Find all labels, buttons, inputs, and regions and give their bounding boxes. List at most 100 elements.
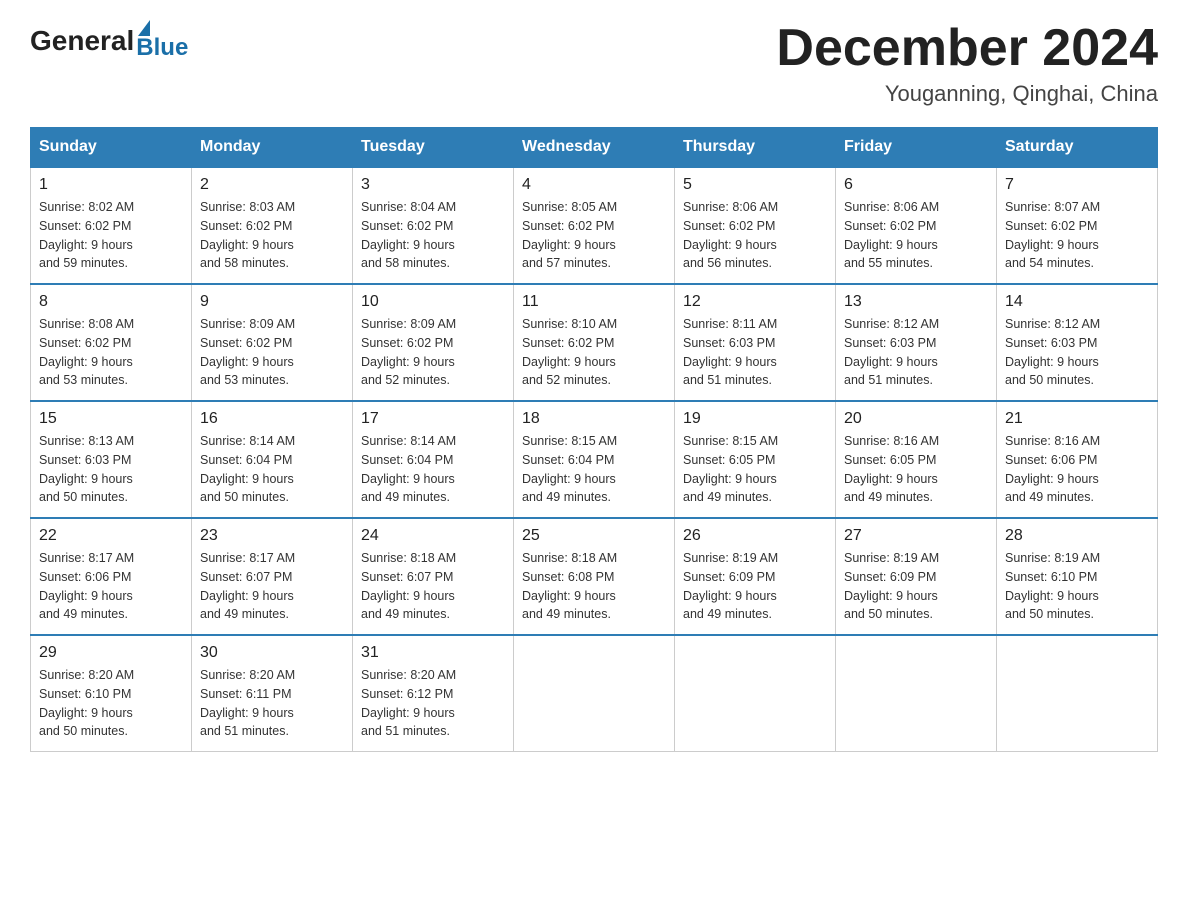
header: General Blue December 2024 Youganning, Q…: [30, 20, 1158, 107]
day-number: 5: [683, 176, 827, 194]
calendar-cell: 12 Sunrise: 8:11 AMSunset: 6:03 PMDayligh…: [675, 284, 836, 401]
calendar-cell: 7 Sunrise: 8:07 AMSunset: 6:02 PMDaylight…: [997, 167, 1158, 284]
day-number: 22: [39, 527, 183, 545]
day-number: 4: [522, 176, 666, 194]
day-number: 2: [200, 176, 344, 194]
day-info: Sunrise: 8:17 AMSunset: 6:06 PMDaylight:…: [39, 549, 183, 624]
calendar-cell: 25 Sunrise: 8:18 AMSunset: 6:08 PMDayligh…: [514, 518, 675, 635]
calendar-cell: [514, 635, 675, 752]
day-info: Sunrise: 8:06 AMSunset: 6:02 PMDaylight:…: [844, 198, 988, 273]
calendar-cell: 11Sunrise: 8:10 AMSunset: 6:02 PMDayligh…: [514, 284, 675, 401]
calendar-cell: 15Sunrise: 8:13 AMSunset: 6:03 PMDayligh…: [31, 401, 192, 518]
location-subtitle: Youganning, Qinghai, China: [776, 81, 1158, 107]
calendar-cell: [675, 635, 836, 752]
day-number: 24: [361, 527, 505, 545]
day-info: Sunrise: 8:14 AMSunset: 6:04 PMDaylight:…: [361, 432, 505, 507]
day-number: 29: [39, 644, 183, 662]
column-header-monday: Monday: [192, 128, 353, 168]
day-number: 30: [200, 644, 344, 662]
day-info: Sunrise: 8:20 AMSunset: 6:12 PMDaylight:…: [361, 666, 505, 741]
calendar-cell: 29 Sunrise: 8:20 AMSunset: 6:10 PMDayligh…: [31, 635, 192, 752]
title-area: December 2024 Youganning, Qinghai, China: [776, 20, 1158, 107]
day-number: 21: [1005, 410, 1149, 428]
day-info: Sunrise: 8:09 AMSunset: 6:02 PMDaylight:…: [200, 315, 344, 390]
day-info: Sunrise: 8:18 AMSunset: 6:07 PMDaylight:…: [361, 549, 505, 624]
day-info: Sunrise: 8:17 AMSunset: 6:07 PMDaylight:…: [200, 549, 344, 624]
calendar-cell: 28 Sunrise: 8:19 AMSunset: 6:10 PMDayligh…: [997, 518, 1158, 635]
day-info: Sunrise: 8:18 AMSunset: 6:08 PMDaylight:…: [522, 549, 666, 624]
day-number: 7: [1005, 176, 1149, 194]
day-number: 27: [844, 527, 988, 545]
week-row-4: 22 Sunrise: 8:17 AMSunset: 6:06 PMDayligh…: [31, 518, 1158, 635]
day-info: Sunrise: 8:12 AMSunset: 6:03 PMDaylight:…: [1005, 315, 1149, 390]
day-number: 6: [844, 176, 988, 194]
day-number: 23: [200, 527, 344, 545]
calendar-cell: 13Sunrise: 8:12 AMSunset: 6:03 PMDayligh…: [836, 284, 997, 401]
day-info: Sunrise: 8:14 AMSunset: 6:04 PMDaylight:…: [200, 432, 344, 507]
day-number: 9: [200, 293, 344, 311]
calendar-table: SundayMondayTuesdayWednesdayThursdayFrid…: [30, 127, 1158, 752]
calendar-cell: 9 Sunrise: 8:09 AMSunset: 6:02 PMDaylight…: [192, 284, 353, 401]
calendar-cell: 24 Sunrise: 8:18 AMSunset: 6:07 PMDayligh…: [353, 518, 514, 635]
day-info: Sunrise: 8:02 AMSunset: 6:02 PMDaylight:…: [39, 198, 183, 273]
day-info: Sunrise: 8:20 AMSunset: 6:11 PMDaylight:…: [200, 666, 344, 741]
calendar-cell: 3 Sunrise: 8:04 AMSunset: 6:02 PMDaylight…: [353, 167, 514, 284]
calendar-cell: 18Sunrise: 8:15 AMSunset: 6:04 PMDayligh…: [514, 401, 675, 518]
calendar-cell: 2Sunrise: 8:03 AMSunset: 6:02 PMDaylight…: [192, 167, 353, 284]
day-info: Sunrise: 8:20 AMSunset: 6:10 PMDaylight:…: [39, 666, 183, 741]
calendar-cell: 17 Sunrise: 8:14 AMSunset: 6:04 PMDayligh…: [353, 401, 514, 518]
logo-general-text: General: [30, 25, 134, 57]
day-info: Sunrise: 8:15 AMSunset: 6:04 PMDaylight:…: [522, 432, 666, 507]
day-info: Sunrise: 8:07 AMSunset: 6:02 PMDaylight:…: [1005, 198, 1149, 273]
day-info: Sunrise: 8:06 AMSunset: 6:02 PMDaylight:…: [683, 198, 827, 273]
day-info: Sunrise: 8:05 AMSunset: 6:02 PMDaylight:…: [522, 198, 666, 273]
day-number: 15: [39, 410, 183, 428]
calendar-cell: 8 Sunrise: 8:08 AMSunset: 6:02 PMDaylight…: [31, 284, 192, 401]
calendar-cell: 4 Sunrise: 8:05 AMSunset: 6:02 PMDaylight…: [514, 167, 675, 284]
week-row-1: 1Sunrise: 8:02 AMSunset: 6:02 PMDaylight…: [31, 167, 1158, 284]
column-header-thursday: Thursday: [675, 128, 836, 168]
day-info: Sunrise: 8:16 AMSunset: 6:05 PMDaylight:…: [844, 432, 988, 507]
day-info: Sunrise: 8:04 AMSunset: 6:02 PMDaylight:…: [361, 198, 505, 273]
calendar-cell: 21 Sunrise: 8:16 AMSunset: 6:06 PMDayligh…: [997, 401, 1158, 518]
day-number: 28: [1005, 527, 1149, 545]
day-info: Sunrise: 8:08 AMSunset: 6:02 PMDaylight:…: [39, 315, 183, 390]
day-number: 3: [361, 176, 505, 194]
header-row: SundayMondayTuesdayWednesdayThursdayFrid…: [31, 128, 1158, 168]
day-number: 8: [39, 293, 183, 311]
day-number: 12: [683, 293, 827, 311]
day-number: 20: [844, 410, 988, 428]
column-header-sunday: Sunday: [31, 128, 192, 168]
day-info: Sunrise: 8:12 AMSunset: 6:03 PMDaylight:…: [844, 315, 988, 390]
day-info: Sunrise: 8:19 AMSunset: 6:09 PMDaylight:…: [683, 549, 827, 624]
column-header-wednesday: Wednesday: [514, 128, 675, 168]
column-header-saturday: Saturday: [997, 128, 1158, 168]
day-number: 31: [361, 644, 505, 662]
column-header-tuesday: Tuesday: [353, 128, 514, 168]
week-row-3: 15Sunrise: 8:13 AMSunset: 6:03 PMDayligh…: [31, 401, 1158, 518]
day-info: Sunrise: 8:19 AMSunset: 6:09 PMDaylight:…: [844, 549, 988, 624]
calendar-cell: [836, 635, 997, 752]
day-info: Sunrise: 8:16 AMSunset: 6:06 PMDaylight:…: [1005, 432, 1149, 507]
week-row-5: 29 Sunrise: 8:20 AMSunset: 6:10 PMDayligh…: [31, 635, 1158, 752]
column-header-friday: Friday: [836, 128, 997, 168]
day-number: 14: [1005, 293, 1149, 311]
calendar-cell: 5 Sunrise: 8:06 AMSunset: 6:02 PMDaylight…: [675, 167, 836, 284]
month-year-title: December 2024: [776, 20, 1158, 77]
calendar-cell: 20 Sunrise: 8:16 AMSunset: 6:05 PMDayligh…: [836, 401, 997, 518]
day-info: Sunrise: 8:15 AMSunset: 6:05 PMDaylight:…: [683, 432, 827, 507]
day-number: 10: [361, 293, 505, 311]
calendar-cell: 14 Sunrise: 8:12 AMSunset: 6:03 PMDayligh…: [997, 284, 1158, 401]
calendar-cell: 26Sunrise: 8:19 AMSunset: 6:09 PMDayligh…: [675, 518, 836, 635]
calendar-cell: [997, 635, 1158, 752]
day-info: Sunrise: 8:11 AMSunset: 6:03 PMDaylight:…: [683, 315, 827, 390]
day-info: Sunrise: 8:19 AMSunset: 6:10 PMDaylight:…: [1005, 549, 1149, 624]
day-number: 25: [522, 527, 666, 545]
day-number: 17: [361, 410, 505, 428]
calendar-cell: 23 Sunrise: 8:17 AMSunset: 6:07 PMDayligh…: [192, 518, 353, 635]
calendar-cell: 16Sunrise: 8:14 AMSunset: 6:04 PMDayligh…: [192, 401, 353, 518]
calendar-cell: 19 Sunrise: 8:15 AMSunset: 6:05 PMDayligh…: [675, 401, 836, 518]
calendar-cell: 10Sunrise: 8:09 AMSunset: 6:02 PMDayligh…: [353, 284, 514, 401]
week-row-2: 8 Sunrise: 8:08 AMSunset: 6:02 PMDaylight…: [31, 284, 1158, 401]
day-number: 19: [683, 410, 827, 428]
